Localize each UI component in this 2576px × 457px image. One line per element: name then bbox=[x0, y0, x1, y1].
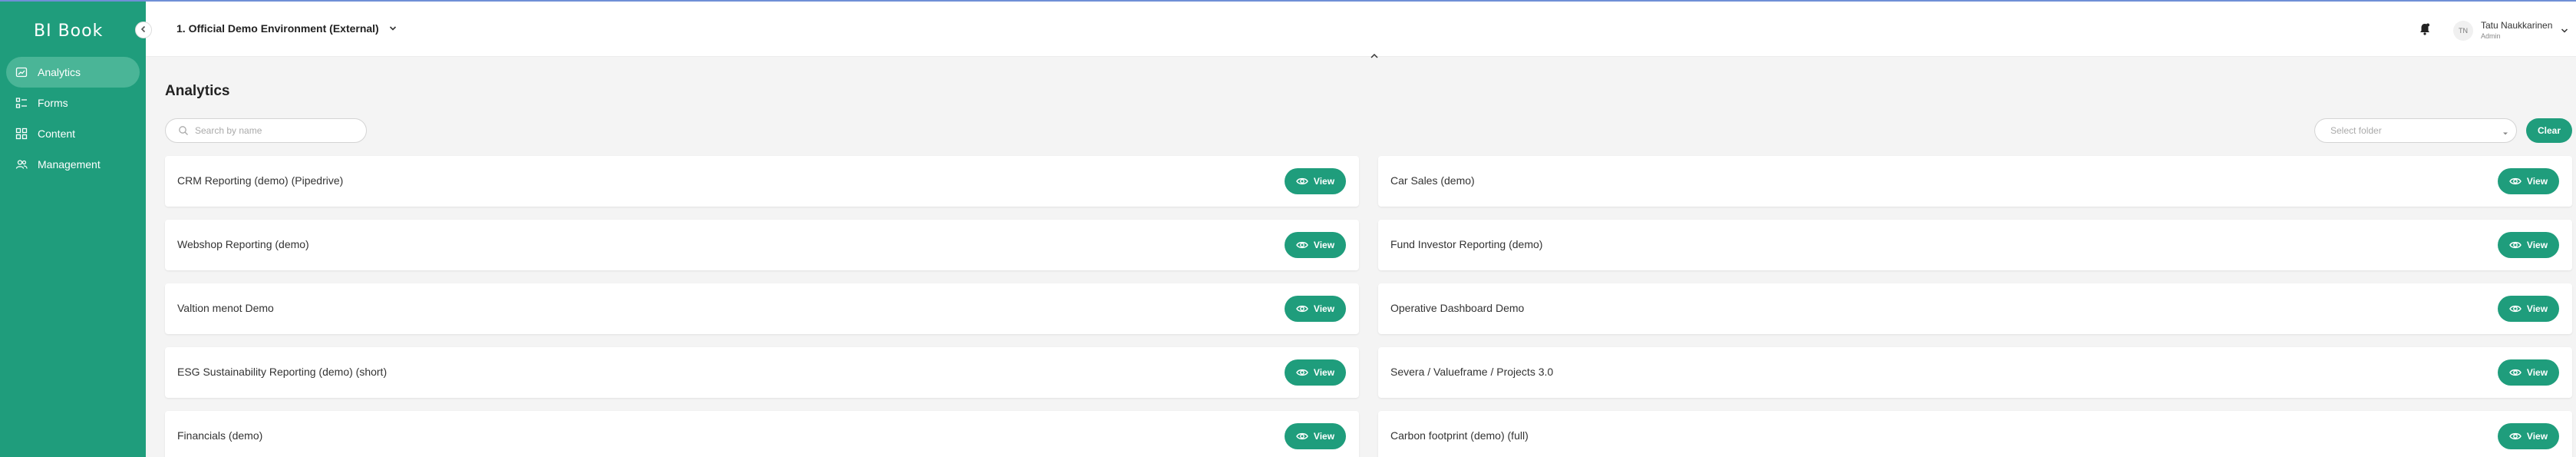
report-name: Carbon footprint (demo) (full) bbox=[1390, 429, 1529, 442]
view-button-label: View bbox=[2526, 431, 2548, 442]
collapse-header-chevron-icon[interactable] bbox=[1367, 51, 1382, 61]
eye-icon bbox=[2509, 432, 2522, 441]
users-icon bbox=[15, 158, 28, 171]
view-button-label: View bbox=[2526, 176, 2548, 187]
search-input[interactable] bbox=[195, 125, 348, 136]
report-card: Car Sales (demo) View bbox=[1378, 156, 2572, 207]
view-button[interactable]: View bbox=[2498, 423, 2559, 449]
eye-icon bbox=[2509, 240, 2522, 250]
sidebar-item-label: Analytics bbox=[38, 66, 81, 78]
eye-icon bbox=[1296, 240, 1308, 250]
view-button-label: View bbox=[2526, 303, 2548, 314]
notifications-bell-icon[interactable] bbox=[2417, 22, 2433, 37]
eye-icon bbox=[2509, 368, 2522, 377]
eye-icon bbox=[1296, 177, 1308, 186]
eye-icon bbox=[2509, 304, 2522, 313]
sidebar-nav: Analytics Forms Content Management bbox=[6, 57, 140, 180]
sidebar-item-label: Forms bbox=[38, 97, 68, 109]
sidebar-item-analytics[interactable]: Analytics bbox=[6, 57, 140, 88]
page-title: Analytics bbox=[165, 83, 230, 99]
avatar[interactable]: TN bbox=[2453, 21, 2473, 41]
folder-select[interactable]: Select folder bbox=[2314, 118, 2517, 143]
app-logo: BI Book bbox=[34, 22, 104, 41]
environment-name: 1. Official Demo Environment (External) bbox=[176, 22, 379, 35]
clear-button[interactable]: Clear bbox=[2526, 118, 2572, 143]
sidebar-item-label: Management bbox=[38, 158, 101, 171]
report-card: ESG Sustainability Reporting (demo) (sho… bbox=[165, 347, 1359, 398]
chevron-down-icon bbox=[388, 24, 397, 33]
report-name: Operative Dashboard Demo bbox=[1390, 302, 1525, 314]
caret-down-icon bbox=[2502, 128, 2508, 139]
eye-icon bbox=[1296, 368, 1308, 377]
view-button[interactable]: View bbox=[1285, 168, 1346, 194]
report-name: CRM Reporting (demo) (Pipedrive) bbox=[177, 174, 344, 187]
top-header: 1. Official Demo Environment (External) … bbox=[146, 2, 2576, 57]
view-button[interactable]: View bbox=[1285, 296, 1346, 322]
report-name: Severa / Valueframe / Projects 3.0 bbox=[1390, 366, 1554, 378]
sidebar-item-forms[interactable]: Forms bbox=[6, 88, 140, 118]
report-card: Severa / Valueframe / Projects 3.0 View bbox=[1378, 347, 2572, 398]
report-card: Operative Dashboard Demo View bbox=[1378, 283, 2572, 334]
report-card: Carbon footprint (demo) (full) View bbox=[1378, 411, 2572, 457]
report-card: Financials (demo) View bbox=[165, 411, 1359, 457]
view-button[interactable]: View bbox=[1285, 359, 1346, 386]
view-button-label: View bbox=[1313, 431, 1335, 442]
user-menu-chevron-icon[interactable] bbox=[2560, 25, 2569, 39]
view-button[interactable]: View bbox=[2498, 168, 2559, 194]
view-button-label: View bbox=[1313, 303, 1335, 314]
folder-select-placeholder: Select folder bbox=[2330, 125, 2382, 136]
view-button-label: View bbox=[2526, 367, 2548, 378]
view-button[interactable]: View bbox=[2498, 232, 2559, 258]
view-button-label: View bbox=[1313, 367, 1335, 378]
view-button[interactable]: View bbox=[2498, 359, 2559, 386]
chevron-left-icon bbox=[140, 23, 147, 37]
environment-selector[interactable]: 1. Official Demo Environment (External) bbox=[176, 22, 397, 35]
report-card: Fund Investor Reporting (demo) View bbox=[1378, 220, 2572, 270]
sidebar-item-label: Content bbox=[38, 127, 76, 140]
view-button-label: View bbox=[1313, 176, 1335, 187]
user-name[interactable]: Tatu Naukkarinen bbox=[2481, 20, 2552, 31]
report-name: Valtion menot Demo bbox=[177, 302, 274, 314]
sidebar-item-content[interactable]: Content bbox=[6, 118, 140, 149]
report-name: Webshop Reporting (demo) bbox=[177, 238, 309, 250]
view-button[interactable]: View bbox=[1285, 423, 1346, 449]
user-role: Admin bbox=[2481, 32, 2501, 40]
view-button[interactable]: View bbox=[1285, 232, 1346, 258]
report-name: Car Sales (demo) bbox=[1390, 174, 1475, 187]
chart-icon bbox=[15, 66, 28, 78]
report-name: ESG Sustainability Reporting (demo) (sho… bbox=[177, 366, 388, 378]
sidebar-collapse-button[interactable] bbox=[135, 22, 152, 38]
eye-icon bbox=[2509, 177, 2522, 186]
search-box bbox=[165, 118, 367, 143]
search-icon bbox=[178, 125, 189, 136]
view-button-label: View bbox=[2526, 240, 2548, 250]
view-button[interactable]: View bbox=[2498, 296, 2559, 322]
view-button-label: View bbox=[1313, 240, 1335, 250]
sidebar: BI Book Analytics Forms Content Manageme… bbox=[0, 2, 146, 457]
report-name: Fund Investor Reporting (demo) bbox=[1390, 238, 1543, 250]
eye-icon bbox=[1296, 304, 1308, 313]
report-card: CRM Reporting (demo) (Pipedrive) View bbox=[165, 156, 1359, 207]
grid-icon bbox=[15, 127, 28, 140]
report-name: Financials (demo) bbox=[177, 429, 263, 442]
sidebar-item-management[interactable]: Management bbox=[6, 149, 140, 180]
eye-icon bbox=[1296, 432, 1308, 441]
report-card: Valtion menot Demo View bbox=[165, 283, 1359, 334]
forms-icon bbox=[15, 97, 28, 109]
report-card: Webshop Reporting (demo) View bbox=[165, 220, 1359, 270]
